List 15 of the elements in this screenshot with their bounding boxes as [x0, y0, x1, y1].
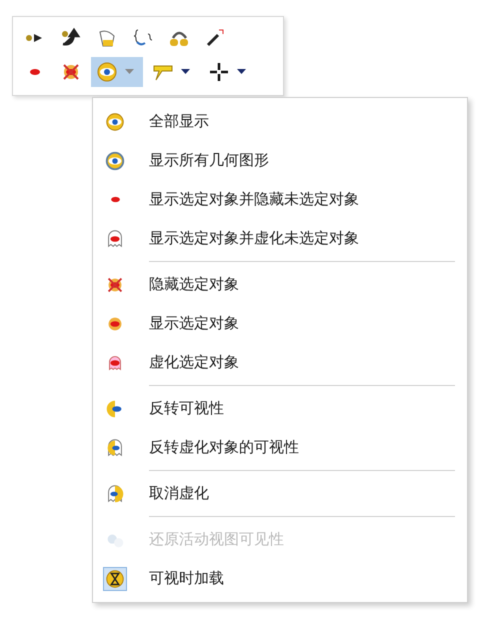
menu-item[interactable]: 隐藏选定对象	[93, 265, 467, 304]
menu-item[interactable]: 反转可视性	[93, 389, 467, 428]
menu-item[interactable]: 显示选定对象并隐藏未选定对象	[93, 180, 467, 219]
crosshair-icon	[207, 60, 231, 84]
menu-item[interactable]: 可视时加载	[93, 559, 467, 598]
menu-item[interactable]: 全部显示	[93, 102, 467, 141]
menu-item[interactable]: 显示选定对象并虚化未选定对象	[93, 219, 467, 258]
menu-item[interactable]: 显示所有几何图形	[93, 141, 467, 180]
caret-icon	[125, 69, 134, 75]
menu-item[interactable]: 显示选定对象	[93, 304, 467, 343]
menu-item[interactable]: 反转虚化对象的可视性	[93, 428, 467, 467]
menu-item[interactable]: 取消虚化	[93, 474, 467, 513]
menu-item[interactable]: 虚化选定对象	[93, 343, 467, 382]
caret-icon	[237, 69, 246, 75]
caret-icon	[181, 69, 190, 75]
